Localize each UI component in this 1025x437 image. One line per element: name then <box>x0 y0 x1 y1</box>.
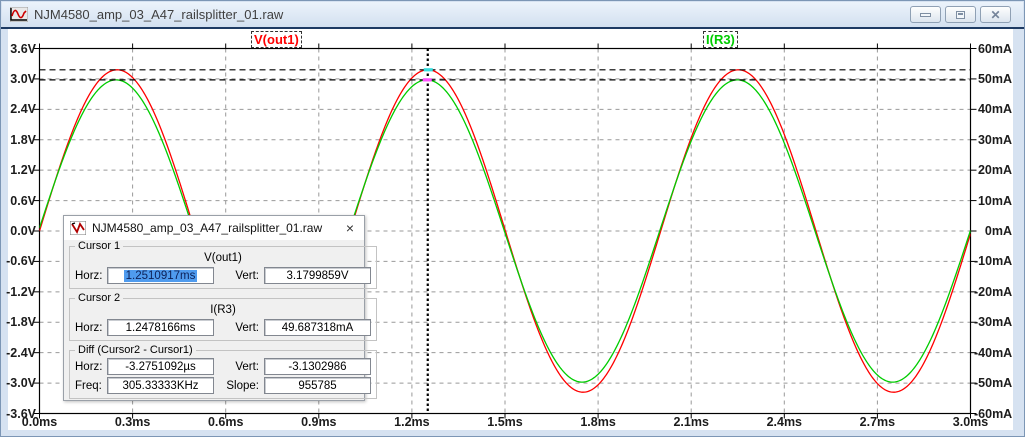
cursor-dialog-titlebar[interactable]: NJM4580_amp_03_A47_railsplitter_01.raw × <box>64 216 364 240</box>
axis-tick-label: 1.8V <box>3 133 36 147</box>
axis-tick-label: 1.2ms <box>382 415 442 429</box>
axis-tick-label: 0mA <box>974 224 1012 238</box>
axis-tick-label: 0.6V <box>3 194 36 208</box>
diff-horz-field[interactable]: -3.2751092µs <box>107 358 214 375</box>
freq-field[interactable]: 305.33333KHz <box>107 377 214 394</box>
cursor-dialog-close-icon[interactable]: × <box>342 221 358 235</box>
axis-tick-label: 10mA <box>974 194 1012 208</box>
cursor2-group: Cursor 2 I(R3) Horz: 1.2478166ms Vert: 4… <box>69 292 377 341</box>
diff-horz-label: Horz: <box>75 361 107 373</box>
diff-group: Diff (Cursor2 - Cursor1) Horz: -3.275109… <box>69 344 377 399</box>
diff-group-label: Diff (Cursor2 - Cursor1) <box>75 344 196 356</box>
axis-tick-label: -2.4V <box>3 346 36 360</box>
axis-tick-label: 20mA <box>974 163 1012 177</box>
waveform-viewer-window: NJM4580_amp_03_A47_railsplitter_01.raw ✕… <box>0 0 1025 437</box>
cursor2-trace-name: I(R3) <box>75 304 371 317</box>
trace-label-vout1[interactable]: V(out1) <box>251 31 302 48</box>
axis-tick-label: 3.6V <box>3 42 36 56</box>
axis-tick-label: 1.5ms <box>475 415 535 429</box>
axis-tick-label: 3.0ms <box>941 415 1001 429</box>
axis-tick-label: 2.1ms <box>661 415 721 429</box>
diff-vert-field[interactable]: -3.1302986 <box>264 358 371 375</box>
cursor1-vert-label: Vert: <box>224 270 264 282</box>
axis-tick-label: -3.0V <box>3 376 36 390</box>
cursor2-vert-label: Vert: <box>224 322 264 334</box>
axis-tick-label: 50mA <box>974 72 1012 86</box>
freq-label: Freq: <box>75 380 107 392</box>
axis-tick-label: 30mA <box>974 133 1012 147</box>
cursor1-group-label: Cursor 1 <box>75 240 123 252</box>
cursor1-horz-label: Horz: <box>75 270 107 282</box>
axis-tick-label: -0.6V <box>3 254 36 268</box>
axis-tick-label: 0.3ms <box>103 415 163 429</box>
cursor2-vert-field[interactable]: 49.687318mA <box>264 319 371 336</box>
axis-tick-label: 0.9ms <box>289 415 349 429</box>
axis-tick-label: 1.2V <box>3 163 36 177</box>
axis-tick-label: 0.0ms <box>10 415 70 429</box>
axis-tick-label: -1.8V <box>3 315 36 329</box>
slope-field[interactable]: 955785 <box>264 377 371 394</box>
cursor1-group: Cursor 1 V(out1) Horz: 1.2510917ms Vert:… <box>69 240 377 289</box>
axis-tick-label: 3.0V <box>3 72 36 86</box>
diff-vert-label: Vert: <box>224 361 264 373</box>
axis-tick-label: 2.4ms <box>754 415 814 429</box>
slope-label: Slope: <box>224 380 264 392</box>
cursor2-marker <box>423 78 432 81</box>
axis-tick-label: -20mA <box>974 285 1012 299</box>
cursor1-horz-field[interactable]: 1.2510917ms <box>107 267 214 284</box>
cursor2-group-label: Cursor 2 <box>75 292 123 304</box>
cursor1-vert-field[interactable]: 3.1799859V <box>264 267 371 284</box>
axis-tick-label: -40mA <box>974 346 1012 360</box>
axis-tick-label: 60mA <box>974 42 1012 56</box>
cursor1-marker <box>424 68 433 71</box>
trace-label-ir3[interactable]: I(R3) <box>703 31 738 48</box>
axis-tick-label: -50mA <box>974 376 1012 390</box>
axis-tick-label: -10mA <box>974 254 1012 268</box>
axis-tick-label: 2.7ms <box>847 415 907 429</box>
cursor1-horz-value: 1.2510917ms <box>124 270 198 282</box>
axis-tick-label: 40mA <box>974 102 1012 116</box>
axis-tick-label: -30mA <box>974 315 1012 329</box>
cursor1-trace-name: V(out1) <box>75 252 371 265</box>
axis-tick-label: 2.4V <box>3 102 36 116</box>
axis-tick-label: 0.0V <box>3 224 36 238</box>
axis-tick-label: -1.2V <box>3 285 36 299</box>
axis-tick-label: 0.6ms <box>196 415 256 429</box>
cursor2-horz-field[interactable]: 1.2478166ms <box>107 319 214 336</box>
cursor-dialog-title: NJM4580_amp_03_A47_railsplitter_01.raw <box>92 221 342 235</box>
cursor-dialog-icon <box>70 221 86 235</box>
cursor2-horz-label: Horz: <box>75 322 107 334</box>
axis-tick-label: 1.8ms <box>568 415 628 429</box>
cursor-dialog: NJM4580_amp_03_A47_railsplitter_01.raw ×… <box>63 215 365 401</box>
